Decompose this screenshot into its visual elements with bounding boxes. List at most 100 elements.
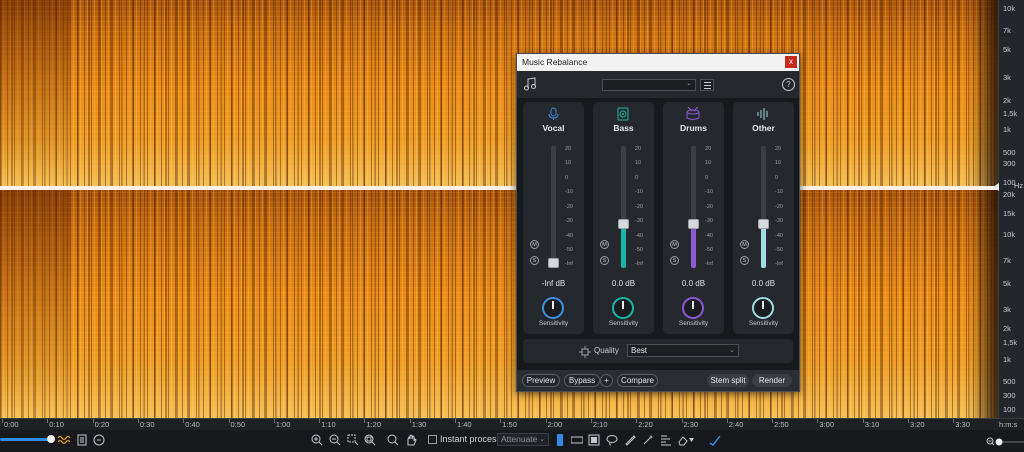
spectral-repair-icon[interactable] <box>708 433 722 447</box>
instant-process-mode-select[interactable]: Attenuate ⌄ <box>497 433 549 446</box>
time-tick-label: 2:00 <box>547 420 563 429</box>
time-tick-label: 1:20 <box>366 420 381 429</box>
mute-button[interactable]: M <box>600 240 609 249</box>
stem-panel-vocal: Vocal 20 10 0 -10 -20 -30 -40 -50 -Inf M S -Inf … <box>523 102 584 334</box>
spectrogram-texture <box>0 190 998 418</box>
lasso-tool-icon[interactable] <box>605 433 619 447</box>
solo-button[interactable]: S <box>600 256 609 265</box>
mute-button[interactable]: M <box>740 240 749 249</box>
help-button[interactable]: ? <box>782 78 795 91</box>
gain-fader-track[interactable] <box>551 146 556 268</box>
fader-scale-label: -10 <box>775 189 783 195</box>
fader-scale-label: -20 <box>565 204 573 210</box>
bypass-button[interactable]: Bypass <box>564 374 600 387</box>
fader-scale-label: -50 <box>565 247 573 253</box>
time-tick <box>455 419 456 423</box>
quality-select[interactable]: Best ⌄ <box>627 344 739 357</box>
fader-scale-label: -50 <box>635 247 643 253</box>
spectrogram-settings-icon[interactable] <box>76 433 88 447</box>
preset-menu-button[interactable] <box>700 79 714 91</box>
waveform-spectrogram-toggle-icon[interactable] <box>57 433 71 447</box>
time-tick <box>908 419 909 423</box>
dialog-title-bar[interactable]: Music Rebalance x <box>517 54 799 71</box>
close-button[interactable]: x <box>785 56 797 68</box>
time-tick <box>862 419 864 423</box>
time-tick <box>137 419 139 423</box>
time-ruler[interactable]: 0:00 0:10 0:20 0:30 0:40 0:50 1:00 1:10 1:20 1:30… <box>0 418 1024 430</box>
time-tick-label: 1:10 <box>321 420 336 429</box>
opacity-slider-track[interactable] <box>0 438 50 441</box>
zoom-selection-icon[interactable] <box>346 433 360 447</box>
hand-grab-icon[interactable] <box>404 433 418 447</box>
sensitivity-label: Sensitivity <box>748 320 779 327</box>
frequency-tick-label: 7k <box>1003 256 1011 265</box>
magnify-tool-icon[interactable] <box>386 433 400 447</box>
solo-button[interactable]: S <box>740 256 749 265</box>
stem-name: Bass <box>613 123 634 133</box>
knob-pointer <box>622 301 624 309</box>
gain-value: 0.0 dB <box>681 279 706 288</box>
fader-scale-label: 0 <box>565 175 569 181</box>
comment-icon[interactable] <box>92 433 106 447</box>
fader-fill <box>621 224 626 268</box>
sensitivity-knob[interactable] <box>612 297 634 319</box>
zoom-in-icon[interactable] <box>310 433 324 447</box>
frequency-tick-label: 1k <box>1003 355 1011 364</box>
spectrogram-left-channel[interactable] <box>0 0 998 187</box>
frequency-selection-tool-icon[interactable] <box>570 433 584 447</box>
chevron-down-icon: ⌄ <box>539 436 545 443</box>
sensitivity-knob[interactable] <box>682 297 704 319</box>
preset-select[interactable]: ⌄ <box>602 79 696 91</box>
solo-button[interactable]: S <box>530 256 539 265</box>
drum-icon <box>685 106 701 121</box>
mute-button[interactable]: M <box>670 240 679 249</box>
fader-scale-label: -40 <box>635 233 643 239</box>
time-frequency-selection-icon[interactable] <box>587 433 601 447</box>
gain-fader-knob[interactable] <box>618 219 629 229</box>
frequency-tick-label: 2k <box>1003 324 1011 333</box>
opacity-slider-knob[interactable] <box>47 435 55 443</box>
zoom-fit-icon[interactable] <box>363 433 377 447</box>
render-button[interactable]: Render <box>752 374 792 387</box>
spectrogram-texture <box>0 0 998 187</box>
time-tick <box>545 419 547 423</box>
frequency-tick-label: 10k <box>1003 230 1016 239</box>
frequency-tick-label: 500 <box>1003 377 1016 386</box>
gain-fader-knob[interactable] <box>758 219 769 229</box>
fader-scale-label: -50 <box>705 247 713 253</box>
spectrogram-right-channel[interactable] <box>0 190 998 418</box>
time-tick <box>364 419 366 423</box>
horizontal-zoom-control[interactable] <box>986 434 1024 446</box>
brush-tool-icon[interactable] <box>623 433 637 447</box>
sensitivity-label: Sensitivity <box>538 320 569 327</box>
stem-name: Drums <box>680 123 707 133</box>
time-tick <box>183 419 185 423</box>
time-tick-label: 2:20 <box>638 420 653 429</box>
add-compare-button[interactable]: + <box>600 374 613 387</box>
mute-button[interactable]: M <box>530 240 539 249</box>
instant-process-checkbox[interactable] <box>428 435 437 444</box>
sensitivity-knob[interactable] <box>752 297 774 319</box>
magic-wand-icon[interactable] <box>641 433 655 447</box>
frequency-tick-label: 10k <box>1003 4 1016 13</box>
frequency-axis[interactable]: 10k 7k 5k 3k 2k 1,5k 1k 500 300 100 20k 15k 10k 7k 5k 3… <box>998 0 1024 418</box>
sensitivity-knob[interactable] <box>542 297 564 319</box>
frequency-tick-label: 3k <box>1003 73 1011 82</box>
chevron-down-icon: ⌄ <box>686 80 692 87</box>
solo-button[interactable]: S <box>670 256 679 265</box>
preview-button[interactable]: Preview <box>522 374 560 387</box>
spectrogram-intro-region <box>0 190 70 418</box>
dialog-title: Music Rebalance <box>522 57 588 67</box>
gain-fader-knob[interactable] <box>688 219 699 229</box>
stem-panel-bass: Bass 20 10 0 -10 -20 -30 -40 -50 -Inf M S 0.0 dB… <box>593 102 654 334</box>
zoom-out-icon[interactable] <box>328 433 342 447</box>
stem-split-button[interactable]: Stem split <box>707 374 749 387</box>
chevron-down-icon: ⌄ <box>729 347 735 354</box>
music-note-icon[interactable] <box>524 77 536 91</box>
eraser-tool-icon[interactable] <box>676 433 696 447</box>
time-selection-tool-icon[interactable] <box>555 433 565 447</box>
fader-scale-label: -10 <box>635 189 643 195</box>
compare-button[interactable]: Compare <box>617 374 658 387</box>
gain-fader-knob[interactable] <box>548 258 559 268</box>
harmonic-selection-icon[interactable] <box>659 433 673 447</box>
